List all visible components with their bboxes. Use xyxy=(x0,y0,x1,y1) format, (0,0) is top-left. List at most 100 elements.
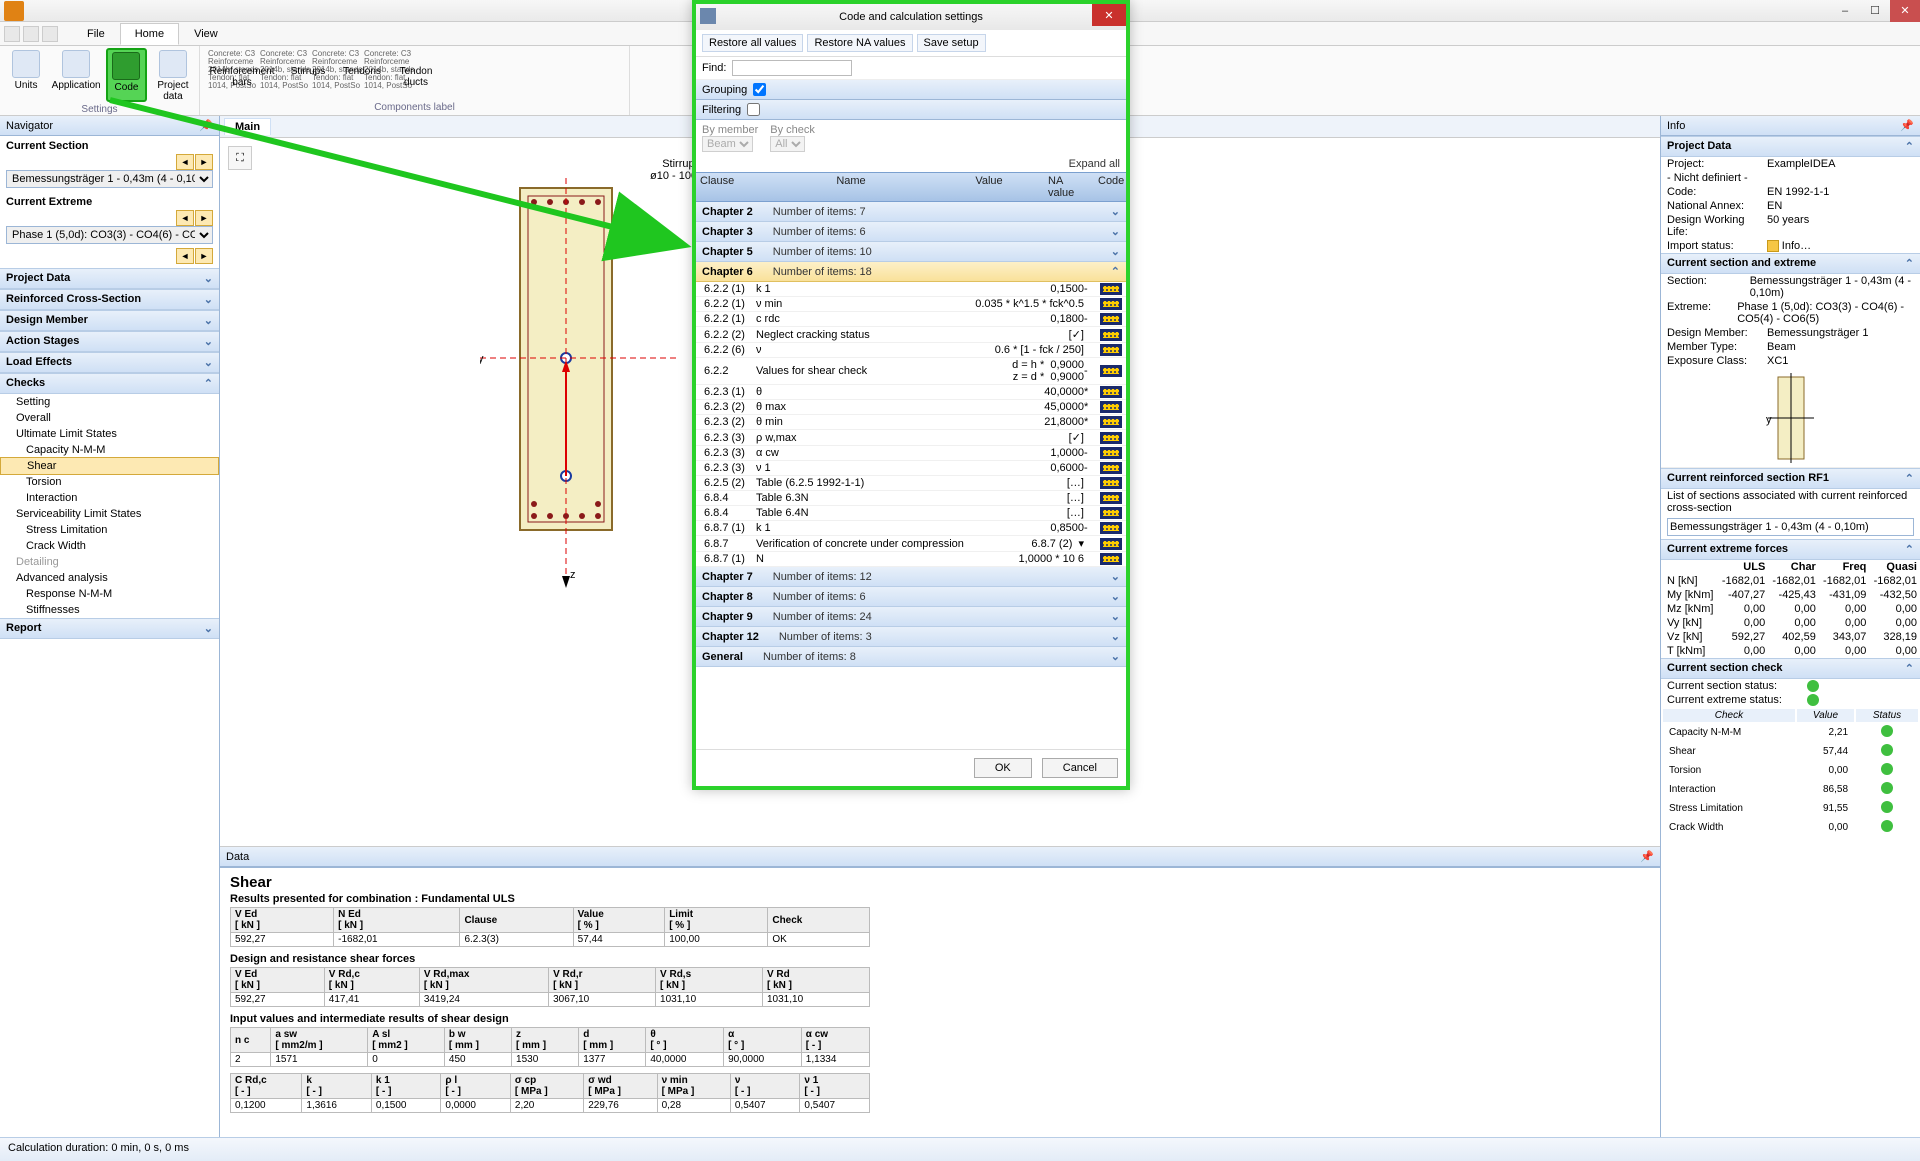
param-row[interactable]: 6.2.3 (2)θ min21,8000* xyxy=(696,415,1126,430)
ribbon-stirrups[interactable]: Stirrups xyxy=(284,62,332,100)
tree-stress[interactable]: Stress Limitation xyxy=(0,522,219,538)
current-section-select[interactable]: Bemessungsträger 1 - 0,43m (4 - 0,10m) xyxy=(6,170,213,188)
section-check-header[interactable]: Current section check⌃ xyxy=(1661,658,1920,679)
tree-overall[interactable]: Overall xyxy=(0,410,219,426)
restore-na-button[interactable]: Restore NA values xyxy=(807,34,912,52)
expand-all-link[interactable]: Expand all xyxy=(696,156,1126,172)
ribbon-application[interactable]: Application xyxy=(52,48,100,102)
tab-home[interactable]: Home xyxy=(120,23,179,45)
nav-section-report[interactable]: Report⌄ xyxy=(0,618,219,639)
nav-section-design-member[interactable]: Design Member⌄ xyxy=(0,310,219,331)
chapter-chapter-5[interactable]: Chapter 5Number of items: 10⌄ xyxy=(696,242,1126,262)
chapter-chapter-3[interactable]: Chapter 3Number of items: 6⌄ xyxy=(696,222,1126,242)
tree-shear[interactable]: Shear xyxy=(0,457,219,475)
extreme-forces-header[interactable]: Current extreme forces⌃ xyxy=(1661,539,1920,560)
param-row[interactable]: 6.2.2 (1)ν min0.035 * k^1.5 * fck^0.5 xyxy=(696,297,1126,312)
qat-btn-1[interactable] xyxy=(4,26,20,42)
main-tab[interactable]: Main xyxy=(224,118,271,135)
ok-button[interactable]: OK xyxy=(974,758,1032,778)
close-button[interactable]: ✕ xyxy=(1890,0,1920,22)
section-next[interactable]: ► xyxy=(195,154,213,170)
restore-all-button[interactable]: Restore all values xyxy=(702,34,803,52)
nav-section-action-stages[interactable]: Action Stages⌄ xyxy=(0,331,219,352)
bymember-select[interactable]: Beam xyxy=(702,136,753,152)
pin-icon[interactable]: 📌 xyxy=(1900,119,1914,132)
tree-interaction[interactable]: Interaction xyxy=(0,490,219,506)
qat-btn-2[interactable] xyxy=(23,26,39,42)
tree-adv[interactable]: Advanced analysis xyxy=(0,570,219,586)
tree-setting[interactable]: Setting xyxy=(0,394,219,410)
tree-capacity[interactable]: Capacity N-M-M xyxy=(0,442,219,458)
save-setup-button[interactable]: Save setup xyxy=(917,34,986,52)
param-row[interactable]: 6.8.7 (1)k 10,8500- xyxy=(696,521,1126,536)
pin-icon[interactable]: 📌 xyxy=(199,119,213,132)
tree-crack[interactable]: Crack Width xyxy=(0,538,219,554)
ribbon-code[interactable]: Code xyxy=(106,48,147,102)
ribbon-reinf-bars[interactable]: Reinforcement bars xyxy=(206,62,278,100)
param-row[interactable]: 6.8.7 (1)N1,0000 * 10 6 xyxy=(696,552,1126,567)
ribbon-tendons[interactable]: Tendons xyxy=(338,62,386,100)
param-row[interactable]: 6.2.2 (1)k 10,1500- xyxy=(696,282,1126,297)
extreme-prev[interactable]: ◄ xyxy=(176,210,194,226)
tree-torsion[interactable]: Torsion xyxy=(0,474,219,490)
tree-stiff[interactable]: Stiffnesses xyxy=(0,602,219,618)
results-subheading: Results presented for combination : Fund… xyxy=(220,893,1660,907)
param-row[interactable]: 6.8.4Table 6.3N[…] xyxy=(696,491,1126,506)
current-reinforced-section-header[interactable]: Current reinforced section RF1⌃ xyxy=(1661,468,1920,489)
chapter-chapter-12[interactable]: Chapter 12Number of items: 3⌄ xyxy=(696,627,1126,647)
extreme-next2[interactable]: ► xyxy=(195,248,213,264)
ribbon-ducts[interactable]: Tendon ducts xyxy=(392,62,440,100)
zoom-extents-icon[interactable]: ⛶ xyxy=(228,146,252,170)
bycheck-select[interactable]: All xyxy=(770,136,805,152)
ribbon-project-data[interactable]: Project data xyxy=(153,48,193,102)
nav-section-checks[interactable]: Checks⌃ xyxy=(0,373,219,394)
cancel-button[interactable]: Cancel xyxy=(1042,758,1118,778)
chapter-chapter-2[interactable]: Chapter 2Number of items: 7⌄ xyxy=(696,202,1126,222)
param-row[interactable]: 6.2.2 (1)c rdc0,1800- xyxy=(696,312,1126,327)
nav-section-load-effects[interactable]: Load Effects⌄ xyxy=(0,352,219,373)
chapter-chapter-9[interactable]: Chapter 9Number of items: 24⌄ xyxy=(696,607,1126,627)
project-data-icon xyxy=(159,50,187,78)
project-data-header[interactable]: Project Data⌃ xyxy=(1661,136,1920,157)
extreme-next[interactable]: ► xyxy=(195,210,213,226)
design-subheading: Design and resistance shear forces xyxy=(220,953,1660,967)
pin-icon[interactable]: 📌 xyxy=(1640,850,1654,863)
param-row[interactable]: 6.2.3 (2)θ max45,0000* xyxy=(696,400,1126,415)
reinforced-section-input[interactable] xyxy=(1667,518,1914,536)
param-row[interactable]: 6.8.4Table 6.4N[…] xyxy=(696,506,1126,521)
tab-file[interactable]: File xyxy=(72,23,120,45)
param-row[interactable]: 6.2.2 (6)ν0.6 * [1 - fck / 250] xyxy=(696,343,1126,358)
current-section-extreme-header[interactable]: Current section and extreme⌃ xyxy=(1661,253,1920,274)
tree-response[interactable]: Response N-M-M xyxy=(0,586,219,602)
param-row[interactable]: 6.2.3 (3)ν 10,6000- xyxy=(696,461,1126,476)
grouping-checkbox[interactable] xyxy=(753,83,766,96)
chapter-general[interactable]: GeneralNumber of items: 8⌄ xyxy=(696,647,1126,667)
ribbon-units[interactable]: Units xyxy=(6,48,46,102)
param-row[interactable]: 6.2.3 (1)θ40,0000* xyxy=(696,385,1126,400)
tree-detailing[interactable]: Detailing xyxy=(0,554,219,570)
filtering-checkbox[interactable] xyxy=(747,103,760,116)
current-extreme-select[interactable]: Phase 1 (5,0d): CO3(3) - CO4(6) - CO5(4)… xyxy=(6,226,213,244)
find-input[interactable] xyxy=(732,60,852,76)
nav-section-project-data[interactable]: Project Data⌄ xyxy=(0,268,219,289)
minimize-button[interactable]: – xyxy=(1830,0,1860,22)
chapter-chapter-6[interactable]: Chapter 6Number of items: 18⌃ xyxy=(696,262,1126,282)
tree-sls[interactable]: Serviceability Limit States xyxy=(0,506,219,522)
chapter-chapter-8[interactable]: Chapter 8Number of items: 6⌄ xyxy=(696,587,1126,607)
param-row[interactable]: 6.2.3 (3)ρ w,max[✓] xyxy=(696,430,1126,446)
section-prev[interactable]: ◄ xyxy=(176,154,194,170)
param-row[interactable]: 6.2.2Values for shear checkd = h * 0,900… xyxy=(696,358,1126,385)
nav-section-reinforced-cross-section[interactable]: Reinforced Cross-Section⌄ xyxy=(0,289,219,310)
param-row[interactable]: 6.2.3 (3)α cw1,0000- xyxy=(696,446,1126,461)
tree-uls[interactable]: Ultimate Limit States xyxy=(0,426,219,442)
dialog-title: Code and calculation settings xyxy=(839,11,983,23)
tab-view[interactable]: View xyxy=(179,23,233,45)
param-row[interactable]: 6.2.2 (2)Neglect cracking status[✓] xyxy=(696,327,1126,343)
extreme-prev2[interactable]: ◄ xyxy=(176,248,194,264)
qat-btn-3[interactable] xyxy=(42,26,58,42)
param-row[interactable]: 6.8.7Verification of concrete under comp… xyxy=(696,536,1126,552)
maximize-button[interactable]: ☐ xyxy=(1860,0,1890,22)
chapter-chapter-7[interactable]: Chapter 7Number of items: 12⌄ xyxy=(696,567,1126,587)
param-row[interactable]: 6.2.5 (2)Table (6.2.5 1992-1-1)[…] xyxy=(696,476,1126,491)
dialog-close-button[interactable]: ✕ xyxy=(1092,4,1126,26)
